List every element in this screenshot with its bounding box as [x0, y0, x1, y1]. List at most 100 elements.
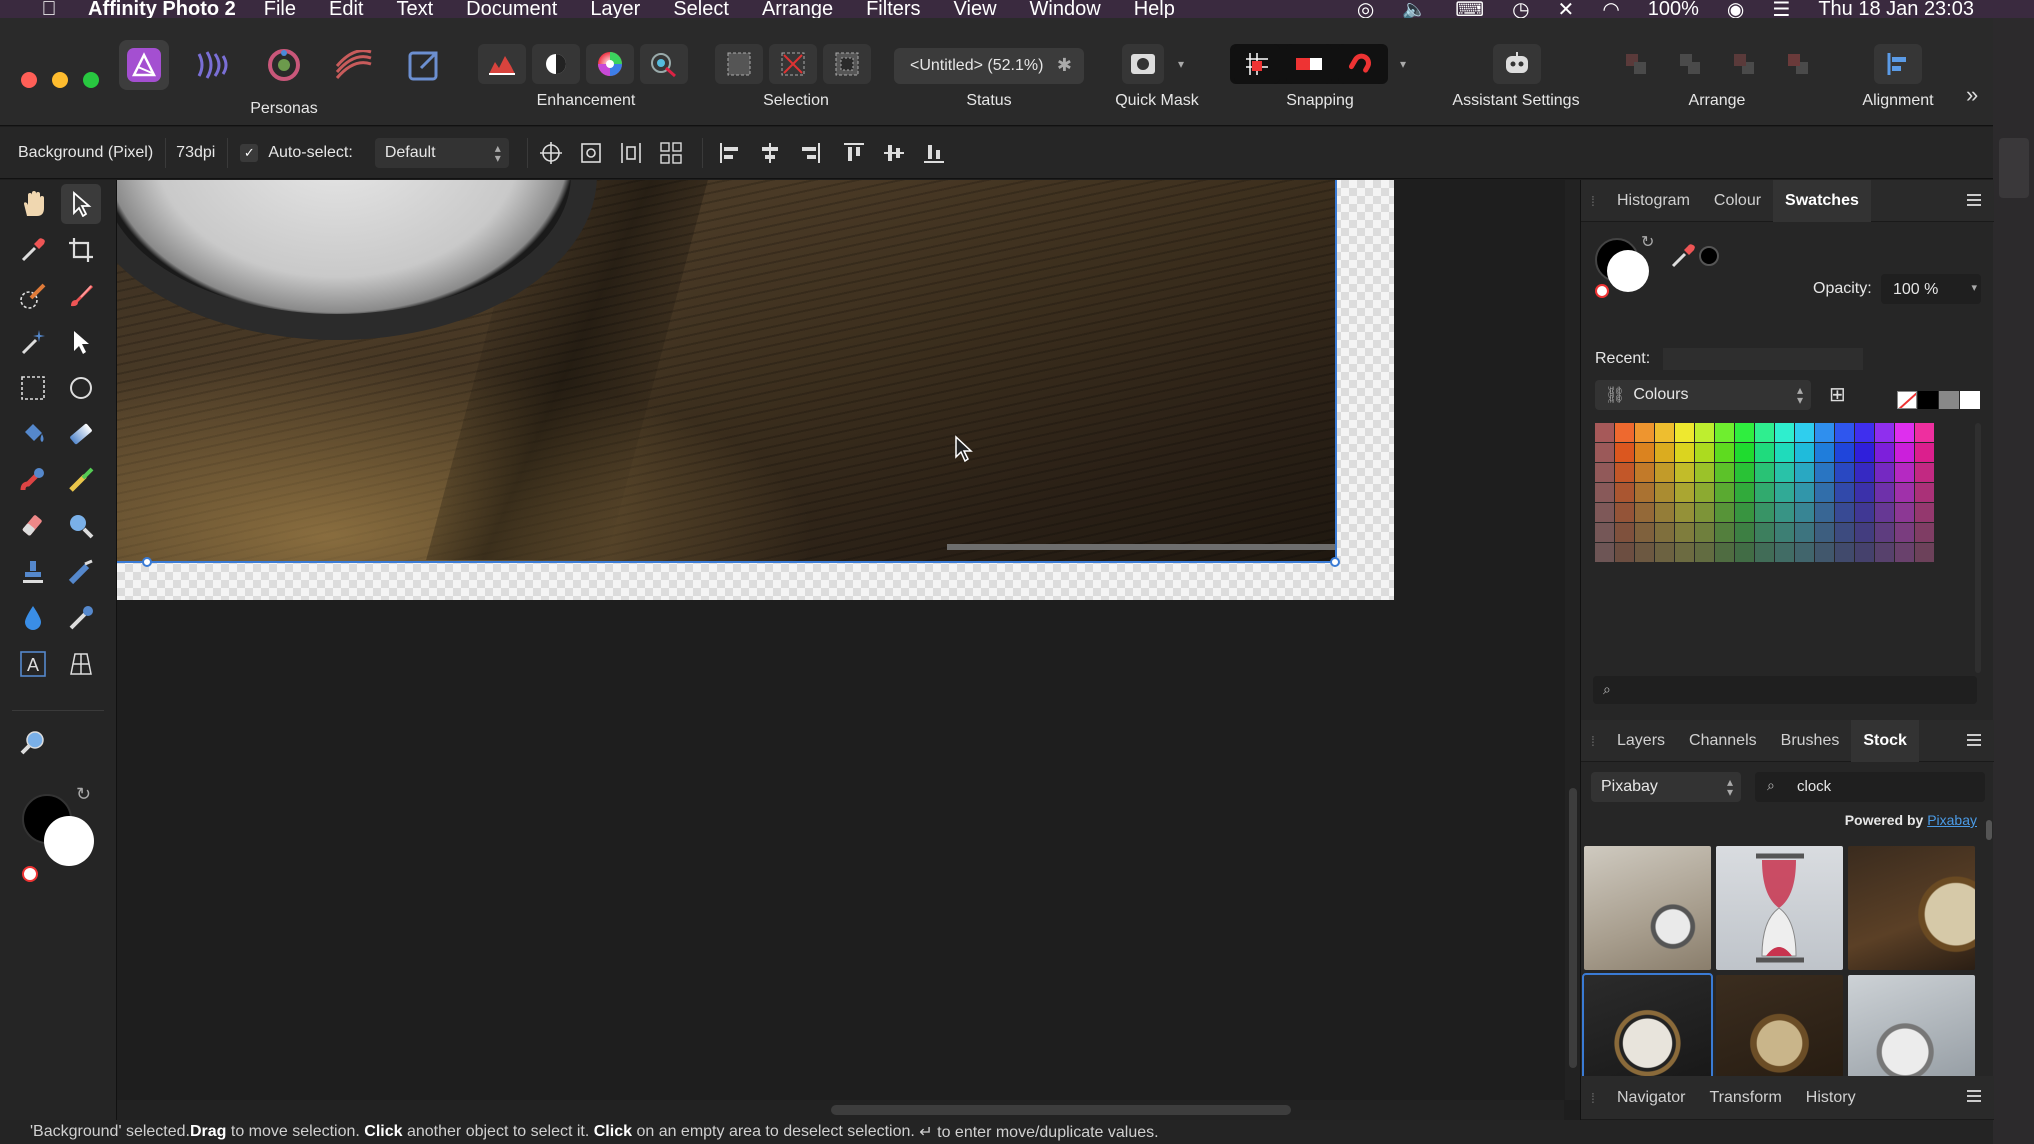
hsl-button[interactable]	[586, 44, 634, 84]
colour-swatch[interactable]	[1835, 443, 1854, 462]
pixabay-link[interactable]: Pixabay	[1927, 812, 1977, 828]
colour-swatch[interactable]	[1735, 483, 1754, 502]
stock-thumb-pocket-watch-sand[interactable]	[1584, 846, 1711, 970]
colour-swatch[interactable]	[1895, 543, 1914, 562]
colour-swatch[interactable]	[1695, 503, 1714, 522]
colour-swatch[interactable]	[1655, 443, 1674, 462]
colour-swatch[interactable]	[1875, 483, 1894, 502]
colour-swatch[interactable]	[1835, 423, 1854, 442]
colour-swatch[interactable]	[1915, 423, 1934, 442]
colour-swatch[interactable]	[1795, 483, 1814, 502]
menu-help[interactable]: Help	[1134, 0, 1175, 18]
colour-swatch[interactable]	[1895, 483, 1914, 502]
alignment-button[interactable]	[1874, 44, 1922, 84]
close-window-button[interactable]	[21, 72, 37, 88]
colour-swatch[interactable]	[1595, 483, 1614, 502]
tab-transform[interactable]: Transform	[1697, 1077, 1793, 1119]
ellipse-tool[interactable]	[61, 368, 101, 408]
swap-fill-stroke-icon[interactable]: ↻	[1641, 232, 1654, 252]
app-menu[interactable]: Affinity Photo 2	[88, 0, 236, 18]
distribute-button[interactable]	[614, 136, 648, 170]
move-to-front-button[interactable]	[1774, 44, 1822, 84]
menu-select[interactable]: Select	[673, 0, 729, 18]
swatch-white[interactable]	[1960, 391, 1980, 409]
colour-swatch[interactable]	[1855, 483, 1874, 502]
colour-swatch[interactable]	[1735, 543, 1754, 562]
colour-swatch[interactable]	[1815, 543, 1834, 562]
selection-handle-bottom-right[interactable]	[1330, 557, 1340, 567]
stroke-colour-well[interactable]	[1607, 250, 1649, 292]
colour-swatch[interactable]	[1715, 503, 1734, 522]
colour-swatch[interactable]	[1835, 463, 1854, 482]
colour-swatch[interactable]	[1815, 423, 1834, 442]
tab-stock[interactable]: Stock	[1851, 719, 1919, 762]
node-tool[interactable]	[61, 322, 101, 362]
align-bottom-button[interactable]	[917, 136, 951, 170]
colour-swatch[interactable]	[1615, 463, 1634, 482]
vertical-scrollbar[interactable]	[1565, 180, 1581, 1100]
colour-swatch[interactable]	[1795, 503, 1814, 522]
swap-colours-icon[interactable]: ↻	[76, 784, 91, 805]
menu-window[interactable]: Window	[1030, 0, 1101, 18]
horizontal-scrollbar[interactable]	[117, 1100, 1564, 1120]
colour-swatch[interactable]	[1755, 443, 1774, 462]
colour-swatch[interactable]	[1715, 463, 1734, 482]
tab-brushes[interactable]: Brushes	[1769, 720, 1852, 762]
colour-swatch[interactable]	[1595, 463, 1614, 482]
colour-swatch[interactable]	[1835, 523, 1854, 542]
colour-swatch[interactable]	[1795, 543, 1814, 562]
colour-swatch[interactable]	[1755, 543, 1774, 562]
clock-status[interactable]: Thu 18 Jan 23:03	[1818, 0, 1974, 18]
colour-swatch[interactable]	[1895, 463, 1914, 482]
stock-provider-dropdown[interactable]: Pixabay ▴ ▾	[1591, 772, 1741, 802]
colour-swatch[interactable]	[1815, 503, 1834, 522]
healing-brush-tool[interactable]	[61, 552, 101, 592]
control-center-icon[interactable]: ☰	[1772, 0, 1790, 18]
gradient-tool[interactable]	[61, 414, 101, 454]
menu-edit[interactable]: Edit	[329, 0, 363, 18]
erase-brush-tool[interactable]	[13, 506, 53, 546]
colour-swatch[interactable]	[1775, 443, 1794, 462]
deselect-button[interactable]	[769, 44, 817, 84]
menu-text[interactable]: Text	[396, 0, 433, 18]
flood-fill-tool[interactable]	[13, 414, 53, 454]
canvas-area[interactable]	[117, 180, 1581, 1100]
colour-swatch[interactable]	[1875, 543, 1894, 562]
develop-persona-button[interactable]	[259, 40, 309, 90]
colour-swatch[interactable]	[1895, 503, 1914, 522]
colour-swatch[interactable]	[1715, 483, 1734, 502]
colour-swatch[interactable]	[1815, 443, 1834, 462]
colour-swatch[interactable]	[1635, 443, 1654, 462]
tab-swatches[interactable]: Swatches	[1773, 179, 1871, 222]
colour-swatch[interactable]	[1775, 503, 1794, 522]
swatch-eyedropper-icon[interactable]	[1669, 242, 1697, 270]
colour-swatch[interactable]	[1735, 443, 1754, 462]
dodge-brush-tool[interactable]	[13, 460, 53, 500]
vertical-scroll-thumb[interactable]	[1569, 788, 1577, 1068]
align-right-button[interactable]	[793, 136, 827, 170]
volume-icon[interactable]: 🔈	[1402, 0, 1427, 18]
tab-channels[interactable]: Channels	[1677, 720, 1769, 762]
colour-swatch[interactable]	[1735, 423, 1754, 442]
colour-swatch[interactable]	[1855, 443, 1874, 462]
auto-select-dropdown[interactable]: Default ▴ ▾	[374, 137, 509, 168]
move-to-back-button[interactable]	[1612, 44, 1660, 84]
time-machine-icon[interactable]: ◷	[1512, 0, 1529, 18]
menu-arrange[interactable]: Arrange	[762, 0, 833, 18]
align-center-button[interactable]	[753, 136, 787, 170]
colour-swatch[interactable]	[1595, 543, 1614, 562]
colour-swatch[interactable]	[1795, 463, 1814, 482]
invert-selection-button[interactable]	[823, 44, 871, 84]
colour-swatch[interactable]	[1615, 523, 1634, 542]
align-middle-button[interactable]	[877, 136, 911, 170]
snapping-grid-button[interactable]	[1234, 44, 1280, 84]
swatch-grey[interactable]	[1939, 391, 1959, 409]
colour-swatch[interactable]	[1815, 483, 1834, 502]
colour-swatch[interactable]	[1675, 463, 1694, 482]
colour-swatch[interactable]	[1895, 423, 1914, 442]
colour-swatch[interactable]	[1615, 423, 1634, 442]
menu-filters[interactable]: Filters	[866, 0, 920, 18]
auto-select-checkbox[interactable]: ✓	[240, 143, 259, 162]
stock-thumb-hourglass[interactable]	[1716, 846, 1843, 970]
menu-view[interactable]: View	[954, 0, 997, 18]
